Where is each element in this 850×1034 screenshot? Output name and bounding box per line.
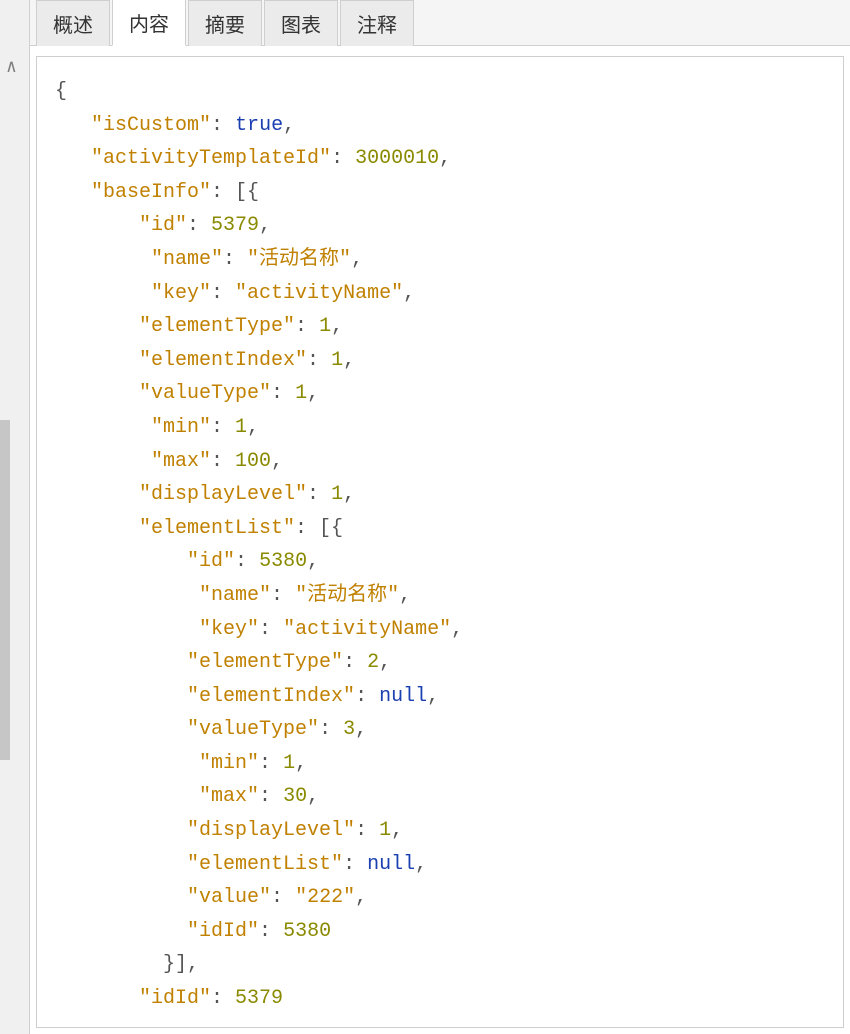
json-viewer: { "isCustom": true, "activityTemplateId"… [36, 56, 844, 1028]
scroll-thumb[interactable] [0, 420, 10, 760]
scroll-up-arrow[interactable]: ∧ [6, 56, 17, 78]
content-wrap: { "isCustom": true, "activityTemplateId"… [30, 46, 850, 1034]
left-scroll-gutter: ∧ [0, 0, 30, 1034]
main-panel: 概述 内容 摘要 图表 注释 { "isCustom": true, "acti… [30, 0, 850, 1034]
tab-bar: 概述 内容 摘要 图表 注释 [30, 0, 850, 46]
tab-content[interactable]: 内容 [112, 0, 186, 46]
tab-annotation[interactable]: 注释 [340, 0, 414, 46]
tab-chart[interactable]: 图表 [264, 0, 338, 46]
tab-summary[interactable]: 摘要 [188, 0, 262, 46]
tab-overview[interactable]: 概述 [36, 0, 110, 46]
